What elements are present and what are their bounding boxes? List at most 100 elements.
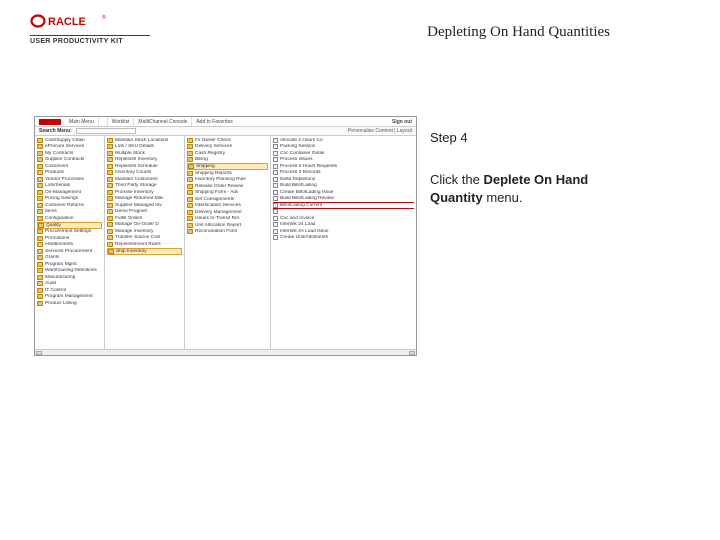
topbar-signout[interactable]: Sign out: [392, 119, 416, 125]
folder-icon: [187, 151, 193, 156]
menu-item-label: Cnc Container Detail: [280, 151, 324, 156]
menu-item-label: Interlink 2A Load Issue: [280, 229, 329, 234]
page-icon: [273, 157, 278, 162]
folder-icon: [37, 275, 43, 280]
folder-icon: [187, 190, 193, 195]
folder-icon: [187, 210, 193, 215]
folder-icon: [37, 196, 43, 201]
folder-icon: [187, 177, 193, 182]
menu-item-label: Allocate 2 Hours Co: [280, 138, 323, 143]
menu-item-label: Products: [45, 170, 64, 175]
page-icon: [273, 229, 278, 234]
scroll-left-icon[interactable]: [36, 351, 42, 355]
menu-item-label: Delta Depletions: [280, 177, 315, 182]
folder-icon: [37, 190, 43, 195]
menu-col-0: Cust/Supply ChaineProcure ServicesMy Con…: [35, 136, 105, 349]
page-icon: [273, 235, 278, 240]
menu-item-label: Supplier Contracts: [45, 157, 84, 162]
page-icon: [273, 164, 278, 169]
menu-item-label: Pricing Savings: [45, 196, 78, 201]
personalize-link[interactable]: Personalize Content | Layout: [348, 128, 416, 134]
scroll-right-icon[interactable]: [409, 351, 415, 355]
topbar-multichannel[interactable]: MultiChannel Console: [134, 117, 192, 126]
menu-item-label: Configuration: [45, 216, 74, 221]
menu-item[interactable]: Product Listing: [37, 300, 102, 307]
folder-icon: [108, 249, 114, 254]
menu-item-label: Grants: [45, 255, 59, 260]
folder-icon: [37, 229, 43, 234]
folder-icon: [37, 216, 43, 221]
menu-item-label: Unit Allocation Report: [195, 223, 241, 228]
topbar-favorites[interactable]: Add to Favorites: [192, 117, 236, 126]
topbar-mainmenu[interactable]: Main Menu: [65, 117, 99, 126]
menu-item-label: Manage Returned Mat.: [115, 196, 164, 201]
page-icon: [273, 203, 278, 208]
menu-item-label: Quality: [46, 223, 61, 228]
menu-col-3: Allocate 2 Hours CoPacking SessionCnc Co…: [271, 136, 416, 349]
menu-item-label: Process 3 Records: [280, 170, 321, 175]
page-icon: [273, 196, 278, 201]
menu-item-label: Process 2 Hours Requests: [280, 164, 337, 169]
folder-icon: [107, 190, 113, 195]
folder-icon: [107, 242, 113, 247]
folder-icon: [37, 157, 43, 162]
menu-item-label: Shipping: [196, 164, 215, 169]
folder-icon: [187, 229, 193, 234]
folder-icon: [37, 288, 43, 293]
folder-icon: [187, 216, 193, 221]
logo-divider: [30, 35, 150, 36]
menu-item-label: My Contracts: [45, 151, 73, 156]
menu-item-label: Transfer Source Cost: [115, 235, 160, 240]
folder-icon: [37, 209, 43, 214]
menu-item[interactable]: Quality: [37, 222, 102, 229]
folder-icon: [107, 229, 113, 234]
horizontal-scrollbar[interactable]: [35, 349, 416, 355]
folder-icon: [187, 223, 193, 228]
folder-icon: [37, 151, 43, 156]
folder-icon: [37, 164, 43, 169]
menu-item-label: Vendor Processes: [45, 177, 84, 182]
folder-icon: [107, 216, 113, 221]
menu-item-label: Replenish Schedule: [115, 164, 158, 169]
folder-icon: [187, 203, 193, 208]
menu-item-label: eSettlements: [45, 242, 73, 247]
menu-item[interactable]: Warehousing Definitions: [37, 268, 102, 275]
search-menu-input[interactable]: [76, 128, 136, 134]
menu-item-label: Shipping Reports: [195, 171, 232, 176]
folder-icon: [188, 164, 194, 169]
menu-item[interactable]: Ship Inventory: [107, 248, 182, 255]
menu-col-2: Fx Owner CheckDelivery ServicesCash Regi…: [185, 136, 271, 349]
page-icon: [273, 209, 278, 214]
svg-text:RACLE: RACLE: [48, 16, 86, 28]
menu-item[interactable]: Shipping: [187, 163, 268, 170]
menu-item-label: Reconciliation Form: [195, 229, 237, 234]
menu-item-label: Build BillofLading: [280, 183, 317, 188]
menu-item-label: Manufacturing: [45, 275, 75, 280]
menu-item-label: IT Control: [45, 288, 66, 293]
page-icon: [273, 222, 278, 227]
menu-item[interactable]: Reconciliation Form: [187, 229, 268, 236]
topbar-worklist[interactable]: Worklist: [108, 117, 135, 126]
menu-item[interactable]: Program Management: [37, 294, 102, 301]
step-instruction: Click the Deplete On Hand Quantity menu.: [430, 171, 630, 206]
menu-item-label: Inventory Planning Rule: [195, 177, 246, 182]
folder-icon: [37, 249, 43, 254]
menu-item[interactable]: Create Unit/Allotments: [273, 235, 414, 242]
menu-item-label: Promotions: [45, 236, 69, 241]
page-icon: [273, 216, 278, 221]
page-icon: [273, 144, 278, 149]
menu-item-label: Interlink 24 Load: [280, 222, 315, 227]
folder-icon: [187, 197, 193, 202]
svg-text:®: ®: [102, 14, 106, 21]
folder-icon: [37, 262, 43, 267]
page-title: Depleting On Hand Quantities: [427, 24, 610, 41]
folder-icon: [107, 157, 113, 162]
menu-col-1: Maintain Stock LocationsLots / SKU Detai…: [105, 136, 185, 349]
instruction-panel: Step 4 Click the Deplete On Hand Quantit…: [430, 130, 630, 206]
menu-item-label: Interlocation Services: [195, 203, 241, 208]
menu-item-label: Cnc and Invoice: [280, 216, 314, 221]
folder-icon: [37, 301, 43, 306]
menu-item-label: Customers: [45, 164, 68, 169]
folder-icon: [37, 281, 43, 286]
folder-icon: [187, 144, 193, 149]
